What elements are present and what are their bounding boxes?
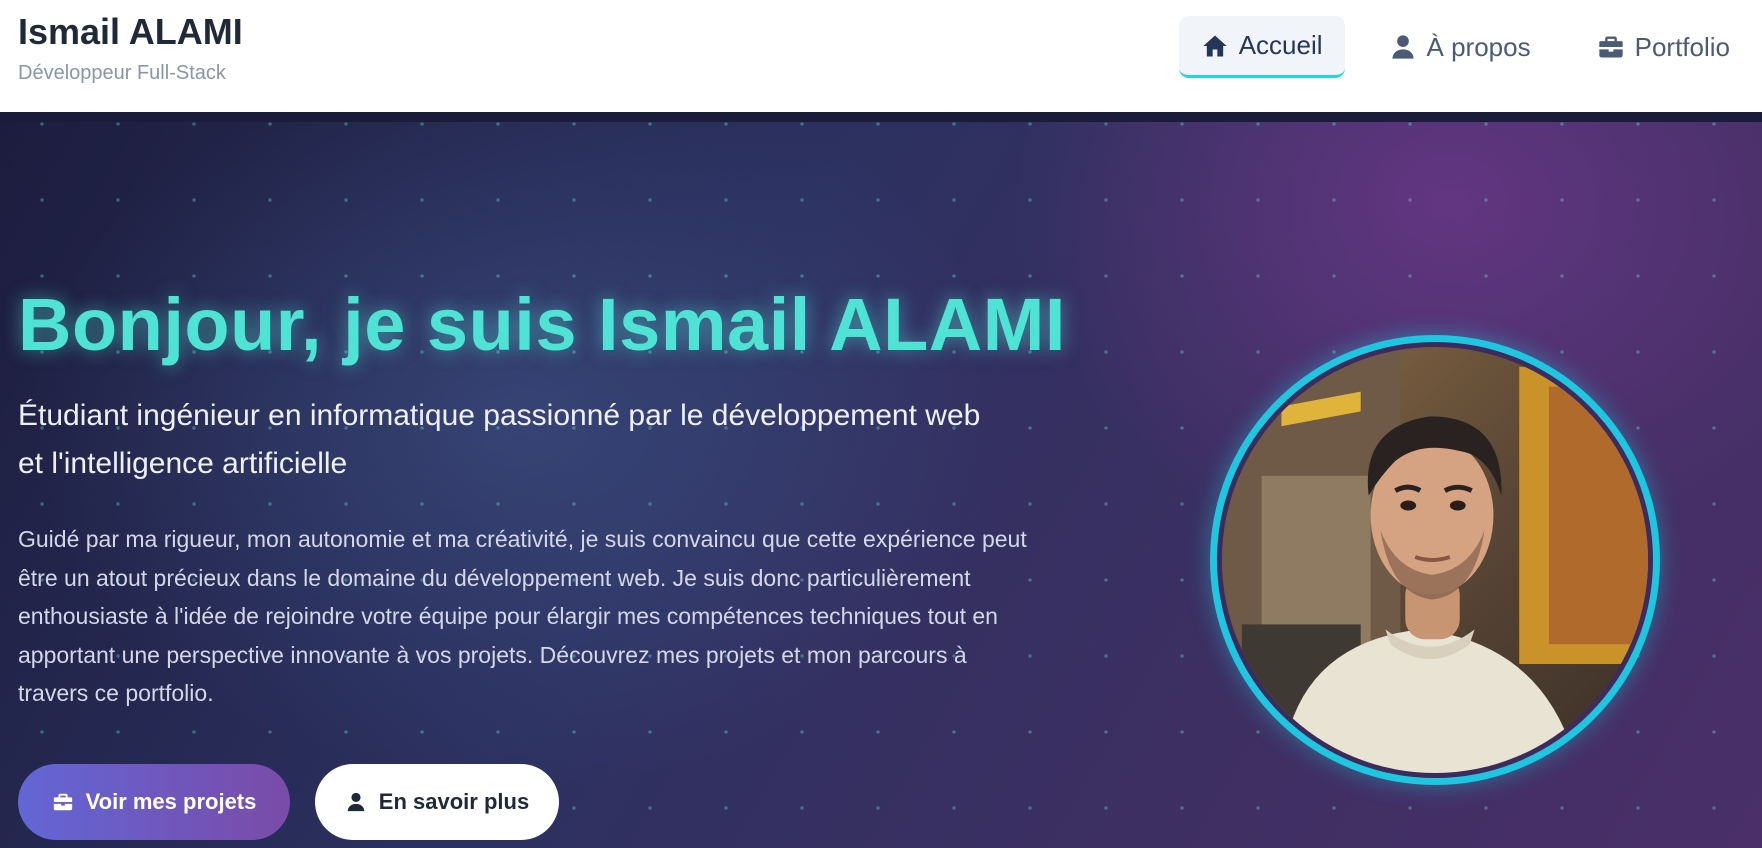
hero-description: Guidé par ma rigueur, mon autonomie et m… [18, 526, 1027, 706]
button-label: En savoir plus [378, 789, 530, 814]
user-icon [347, 792, 365, 812]
home-icon [1203, 35, 1227, 56]
nav-item-a-propos[interactable]: À propos [1367, 16, 1553, 78]
view-projects-button[interactable]: Voir mes projets [18, 764, 290, 840]
nav-item-label: Portfolio [1634, 31, 1730, 62]
button-label: Voir mes projets [85, 789, 257, 814]
hero-section: Bonjour, je suis Ismail ALAMI Étudiant i… [0, 112, 1762, 848]
nav-item-label: Accueil [1238, 30, 1323, 60]
brand-name: Ismail ALAMI [18, 11, 243, 52]
hero-subtitle: Étudiant ingénieur en informatique passi… [18, 399, 981, 480]
profile-avatar [1210, 335, 1660, 785]
user-icon [1392, 35, 1414, 59]
hero-title: Bonjour, je suis Ismail ALAMI [18, 283, 1066, 366]
briefcase-icon [53, 793, 72, 811]
nav-item-portfolio[interactable]: Portfolio [1575, 16, 1752, 78]
site-header: Ismail ALAMI Développeur Full-Stack Accu… [0, 0, 1762, 112]
nav-item-label: À propos [1426, 31, 1531, 62]
brand-tagline: Développeur Full-Stack [18, 62, 226, 84]
learn-more-button[interactable]: En savoir plus [315, 764, 559, 840]
main-nav: Accueil À propos Portfolio [1178, 16, 1752, 78]
brand[interactable]: Ismail ALAMI Développeur Full-Stack [18, 10, 243, 85]
profile-photo [1222, 347, 1648, 773]
briefcase-icon [1598, 36, 1623, 58]
nav-item-accueil[interactable]: Accueil [1178, 16, 1345, 78]
